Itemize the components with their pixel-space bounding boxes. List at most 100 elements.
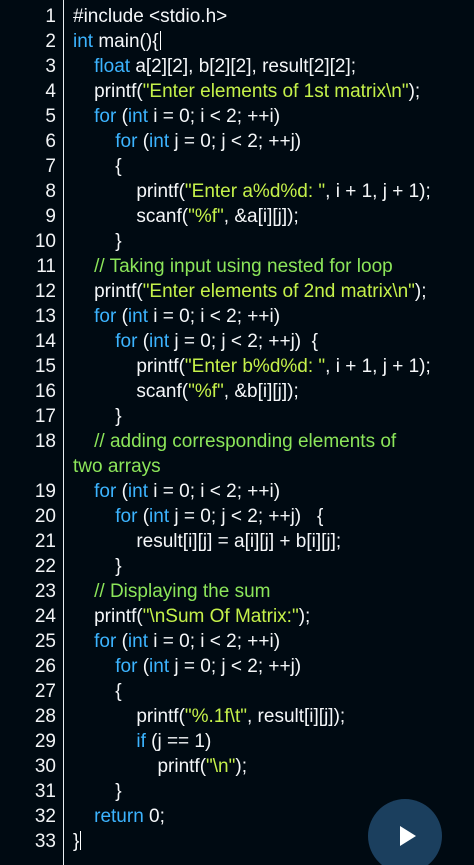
line-number: 19 [34, 481, 56, 502]
code-line[interactable]: 18 // adding corresponding elements of [0, 429, 474, 454]
code-line[interactable]: 27 { [0, 679, 474, 704]
code-line[interactable]: 14 for (int j = 0; j < 2; ++j) { [0, 329, 474, 354]
code-token: j = 0; j < 2; ++j) [169, 656, 302, 677]
code-line[interactable]: 9 scanf("%f", &a[i][j]); [0, 204, 474, 229]
code-token: i = 0; i < 2; ++i) [148, 631, 281, 652]
line-number: 30 [34, 756, 56, 777]
code-text: // Displaying the sum [73, 579, 270, 604]
code-line[interactable]: 7 { [0, 154, 474, 179]
code-line[interactable]: 13 for (int i = 0; i < 2; ++i) [0, 304, 474, 329]
code-token: result[i][j] = a[i][j] + b[i][j]; [73, 531, 342, 552]
text-cursor [159, 31, 161, 50]
code-line[interactable]: 4 printf("Enter elements of 1st matrix\n… [0, 79, 474, 104]
string-token: "Enter a%d%d: " [184, 181, 326, 202]
code-text: #include <stdio.h> [73, 4, 227, 29]
line-number: 21 [34, 531, 56, 552]
code-token: j = 0; j < 2; ++j) [169, 131, 302, 152]
code-token: { [73, 156, 122, 177]
code-token: printf( [73, 81, 143, 102]
code-editor[interactable]: 1 #include <stdio.h> 2 int main(){3 float a… [0, 0, 474, 865]
code-token: j = 0; j < 2; ++j) { [169, 506, 324, 527]
string-token: "\n" [206, 756, 236, 777]
code-token: printf( [73, 606, 143, 627]
code-line[interactable]: 10 } [0, 229, 474, 254]
line-number: 12 [34, 281, 56, 302]
run-button[interactable] [368, 799, 442, 865]
line-number: 33 [34, 831, 56, 852]
code-line[interactable]: 17 } [0, 404, 474, 429]
keyword-token: float [94, 56, 131, 77]
code-line[interactable]: 21 result[i][j] = a[i][j] + b[i][j]; [0, 529, 474, 554]
keyword-token: int [149, 656, 170, 677]
line-number: 31 [34, 781, 56, 802]
code-line[interactable]: 8 printf("Enter a%d%d: ", i + 1, j + 1); [0, 179, 474, 204]
code-text: } [73, 404, 121, 429]
line-number: 3 [45, 56, 56, 77]
code-token: ); [408, 81, 421, 102]
keyword-token: for [115, 506, 138, 527]
string-token: "Enter b%d%d: " [184, 356, 326, 377]
code-text: { [73, 154, 122, 179]
code-line[interactable]: 25 for (int i = 0; i < 2; ++i) [0, 629, 474, 654]
code-token: ( [116, 106, 128, 127]
code-line[interactable]: 12 printf("Enter elements of 2nd matrix\… [0, 279, 474, 304]
code-line[interactable]: two arrays [0, 454, 474, 479]
code-token: a[2][2], b[2][2], result[2][2]; [130, 56, 357, 77]
code-line[interactable]: 1 #include <stdio.h> [0, 4, 474, 29]
code-line[interactable]: 15 printf("Enter b%d%d: ", i + 1, j + 1)… [0, 354, 474, 379]
code-text: int main(){ [73, 29, 161, 54]
line-number: 6 [45, 131, 56, 152]
code-token: 0; [143, 806, 165, 827]
code-token: i = 0; i < 2; ++i) [148, 306, 281, 327]
code-line[interactable]: 30 printf("\n"); [0, 754, 474, 779]
code-line[interactable]: 3 float a[2][2], b[2][2], result[2][2]; [0, 54, 474, 79]
code-text: printf("\n"); [73, 754, 247, 779]
code-token: ); [235, 756, 247, 777]
code-line[interactable]: 5 for (int i = 0; i < 2; ++i) [0, 104, 474, 129]
code-line[interactable]: 28 printf("%.1f\t", result[i][j]); [0, 704, 474, 729]
code-token: main(){ [93, 31, 159, 52]
line-number: 15 [34, 356, 56, 377]
keyword-token: int [149, 131, 170, 152]
code-text: for (int j = 0; j < 2; ++j) [73, 129, 301, 154]
code-line[interactable]: 29 if (j == 1) [0, 729, 474, 754]
code-line[interactable]: 23 // Displaying the sum [0, 579, 474, 604]
code-line[interactable]: 19 for (int i = 0; i < 2; ++i) [0, 479, 474, 504]
string-token: "\nSum Of Matrix:" [142, 606, 299, 627]
code-line[interactable]: 2 int main(){ [0, 29, 474, 54]
keyword-token: for [115, 331, 138, 352]
code-text: result[i][j] = a[i][j] + b[i][j]; [73, 529, 341, 554]
code-line[interactable]: 26 for (int j = 0; j < 2; ++j) [0, 654, 474, 679]
code-token: { [73, 681, 122, 702]
line-number: 1 [45, 6, 56, 27]
play-icon [400, 826, 416, 846]
code-line[interactable]: 20 for (int j = 0; j < 2; ++j) { [0, 504, 474, 529]
code-line[interactable]: 11 // Taking input using nested for loop [0, 254, 474, 279]
code-text: float a[2][2], b[2][2], result[2][2]; [73, 54, 356, 79]
code-line[interactable]: 6 for (int j = 0; j < 2; ++j) [0, 129, 474, 154]
line-number: 24 [34, 606, 56, 627]
code-text: printf("%.1f\t", result[i][j]); [73, 704, 345, 729]
code-text: for (int j = 0; j < 2; ++j) { [73, 504, 323, 529]
code-token: ( [137, 656, 150, 677]
code-token: , i + 1, j + 1); [325, 356, 431, 377]
code-token: } [73, 781, 122, 802]
line-number: 20 [34, 506, 56, 527]
code-line[interactable]: 22 } [0, 554, 474, 579]
line-number: 5 [45, 106, 56, 127]
code-text: if (j == 1) [73, 729, 211, 754]
code-text: for (int i = 0; i < 2; ++i) [73, 479, 280, 504]
code-line[interactable]: 16 scanf("%f", &b[i][j]); [0, 379, 474, 404]
code-token: } [73, 231, 122, 252]
code-text: } [73, 554, 121, 579]
line-number: 10 [34, 231, 56, 252]
code-line[interactable]: 24 printf("\nSum Of Matrix:"); [0, 604, 474, 629]
code-token: printf( [73, 181, 185, 202]
line-number: 28 [34, 706, 56, 727]
keyword-token: int [149, 331, 170, 352]
